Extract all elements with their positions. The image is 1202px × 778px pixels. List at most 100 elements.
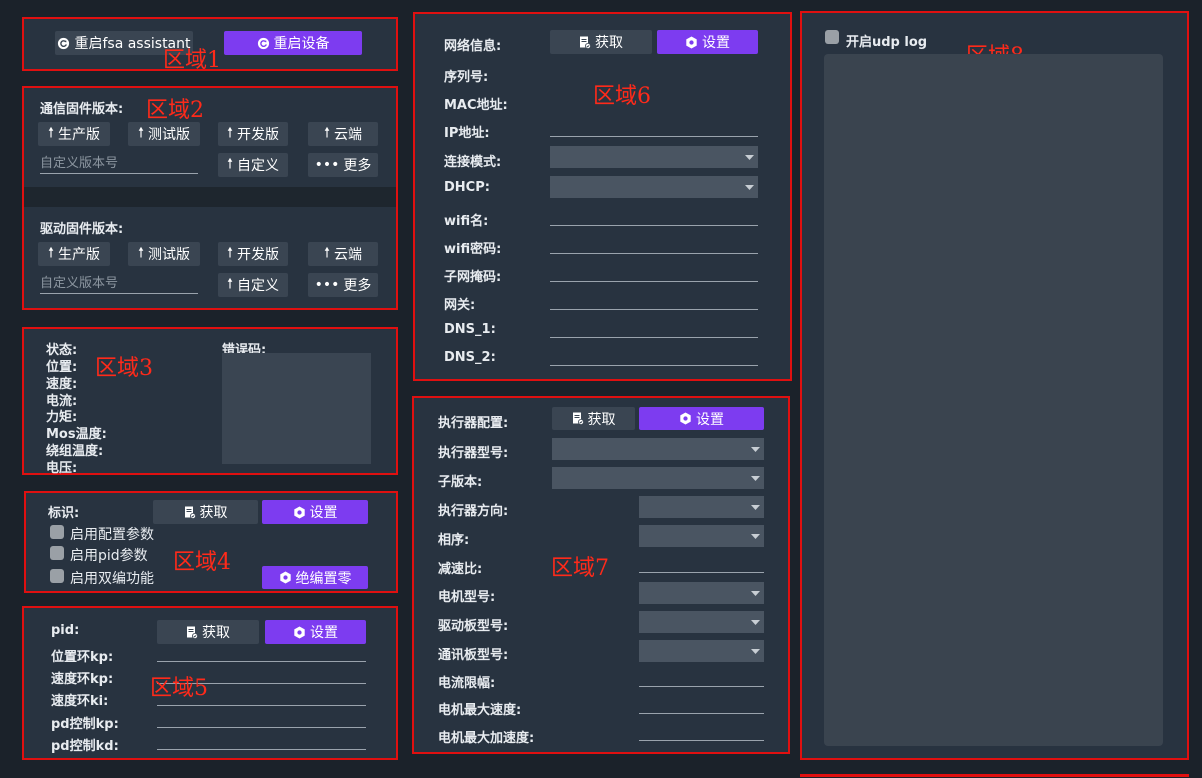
pd-kp-input[interactable] <box>157 710 366 728</box>
r4-set-label: 设置 <box>309 505 338 521</box>
more-dots-icon: ••• <box>314 277 340 293</box>
actuator-direction-select[interactable] <box>639 496 764 518</box>
dns2-label: DNS_2: <box>444 350 496 365</box>
actuator-direction-label: 执行器方向: <box>438 504 509 519</box>
ip-input[interactable] <box>550 119 758 137</box>
comm-more-label: 更多 <box>343 158 372 174</box>
gateway-label: 网关: <box>444 298 476 313</box>
drive-production-button[interactable]: 🠕 生产版 <box>38 242 110 266</box>
drive-test-button[interactable]: 🠕 测试版 <box>128 242 200 266</box>
pd-kd-input[interactable] <box>157 732 366 750</box>
abs-encoder-zero-button[interactable]: 绝编置零 <box>262 566 368 589</box>
r5-get-label: 获取 <box>202 625 230 641</box>
comm-production-button[interactable]: 🠕 生产版 <box>38 122 110 146</box>
gear-hex-icon <box>293 625 306 639</box>
region-tag-1: 区域1 <box>163 48 221 73</box>
upload-arrow-icon: 🠕 <box>47 125 54 141</box>
subnet-mask-label: 子网掩码: <box>444 270 502 285</box>
r5-set-label: 设置 <box>310 625 338 641</box>
comm-test-button[interactable]: 🠕 测试版 <box>128 122 200 146</box>
document-check-icon <box>572 412 584 425</box>
upload-arrow-icon: 🠕 <box>226 276 233 292</box>
pos-kp-input[interactable] <box>157 644 366 662</box>
comm-cloud-label: 云端 <box>334 127 362 143</box>
motor-max-speed-input[interactable] <box>639 696 764 714</box>
wifi-name-input[interactable] <box>550 208 758 226</box>
restart-device-label: 重启设备 <box>273 36 330 52</box>
gear-hex-icon <box>279 571 292 584</box>
enable-dual-encoder-label: 启用双编功能 <box>70 571 154 587</box>
subnet-mask-input[interactable] <box>550 264 758 282</box>
dhcp-select[interactable] <box>550 176 758 198</box>
drive-more-button[interactable]: ••• 更多 <box>308 273 378 297</box>
error-code-display <box>222 353 371 464</box>
pos-kp-label: 位置环kp: <box>51 650 114 665</box>
enable-pid-checkbox[interactable] <box>50 546 64 560</box>
r6-set-label: 设置 <box>702 35 730 51</box>
gear-hex-icon <box>293 505 306 519</box>
document-check-icon <box>186 626 198 639</box>
motor-max-accel-label: 电机最大加速度: <box>438 731 535 746</box>
upload-arrow-icon: 🠕 <box>226 245 233 261</box>
r7-get-button[interactable]: 获取 <box>552 407 635 430</box>
udp-log-output[interactable] <box>824 54 1163 746</box>
r4-set-button[interactable]: 设置 <box>262 500 368 524</box>
gateway-input[interactable] <box>550 292 758 310</box>
sub-version-select[interactable] <box>552 467 764 489</box>
enable-dual-encoder-checkbox[interactable] <box>50 569 64 583</box>
r4-get-button[interactable]: 获取 <box>153 500 258 524</box>
comm-custom-label: 自定义 <box>237 158 279 174</box>
wifi-password-input[interactable] <box>550 236 758 254</box>
motor-model-select[interactable] <box>639 582 764 604</box>
actuator-model-select[interactable] <box>552 438 764 460</box>
dns1-input[interactable] <box>550 320 758 338</box>
drive-custom-button[interactable]: 🠕 自定义 <box>218 273 288 297</box>
comm-dev-button[interactable]: 🠕 开发版 <box>218 122 288 146</box>
reduction-ratio-label: 减速比: <box>438 562 483 577</box>
gear-hex-icon <box>679 412 692 425</box>
pd-kp-label: pd控制kp: <box>51 717 119 732</box>
serial-label: 序列号: <box>444 70 489 85</box>
drive-production-label: 生产版 <box>58 247 100 263</box>
dropdown-arrow-icon <box>740 176 758 198</box>
r6-set-button[interactable]: 设置 <box>657 30 758 54</box>
udp-log-checkbox[interactable] <box>825 30 839 44</box>
upload-arrow-icon: 🠕 <box>47 245 54 261</box>
drive-dev-button[interactable]: 🠕 开发版 <box>218 242 288 266</box>
restart-icon <box>57 37 70 50</box>
comm-custom-version-input[interactable]: 自定义版本号 <box>40 156 198 174</box>
dropdown-arrow-icon <box>746 582 764 604</box>
r5-set-button[interactable]: 设置 <box>265 620 366 644</box>
phase-order-select[interactable] <box>639 525 764 547</box>
enable-config-checkbox[interactable] <box>50 525 64 539</box>
driver-board-select[interactable] <box>639 611 764 633</box>
drive-custom-version-input[interactable]: 自定义版本号 <box>40 276 198 294</box>
udp-log-label: 开启udp log <box>846 35 928 50</box>
motor-max-accel-input[interactable] <box>639 723 764 741</box>
reduction-ratio-input[interactable] <box>639 555 764 573</box>
drive-cloud-button[interactable]: 🠕 云端 <box>308 242 378 266</box>
drive-cloud-label: 云端 <box>334 247 362 263</box>
current-limit-input[interactable] <box>639 669 764 687</box>
region-tag-3: 区域3 <box>95 356 153 381</box>
comm-board-select[interactable] <box>639 640 764 662</box>
dropdown-arrow-icon <box>746 611 764 633</box>
dns2-input[interactable] <box>550 348 758 366</box>
conn-mode-select[interactable] <box>550 146 758 168</box>
comm-dev-label: 开发版 <box>237 127 279 143</box>
r6-get-button[interactable]: 获取 <box>550 30 652 54</box>
bottom-red-line <box>800 774 1189 777</box>
enable-pid-label: 启用pid参数 <box>70 548 148 564</box>
r5-get-button[interactable]: 获取 <box>157 620 259 644</box>
restart-icon <box>257 37 270 50</box>
r7-get-label: 获取 <box>587 411 616 428</box>
comm-cloud-button[interactable]: 🠕 云端 <box>308 122 378 146</box>
pid-label: pid: <box>51 623 80 638</box>
comm-more-button[interactable]: ••• 更多 <box>308 153 378 177</box>
region-2-separator <box>24 187 396 207</box>
document-check-icon <box>184 506 196 519</box>
restart-device-button[interactable]: 重启设备 <box>224 31 362 55</box>
comm-custom-button[interactable]: 🠕 自定义 <box>218 153 288 177</box>
comm-test-label: 测试版 <box>148 127 190 143</box>
r7-set-button[interactable]: 设置 <box>639 407 764 430</box>
